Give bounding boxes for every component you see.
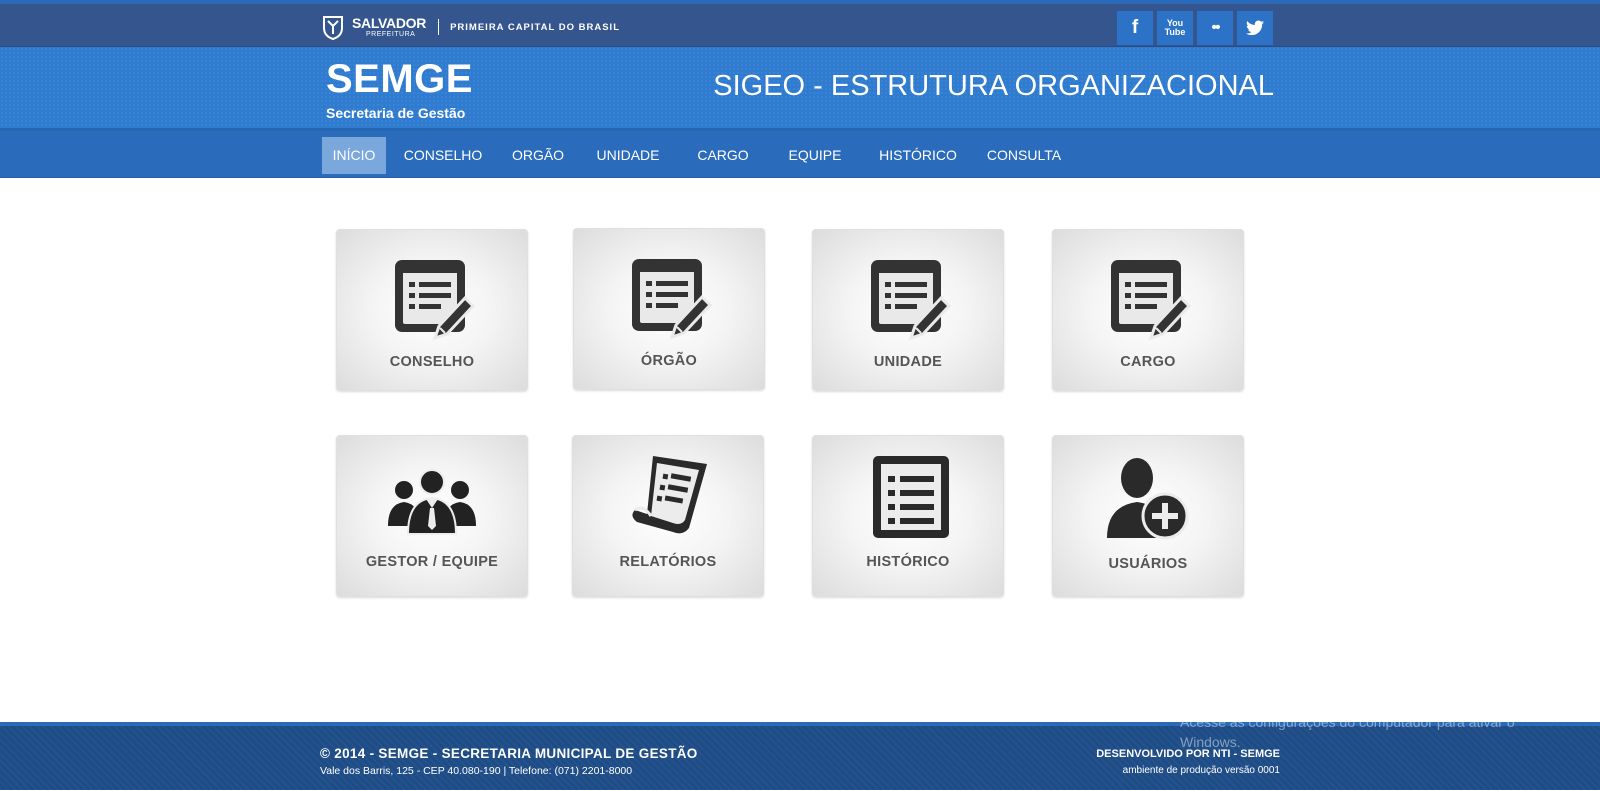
social-links: f You Tube •• <box>1117 11 1273 45</box>
nav-item-conselho[interactable]: CONSELHO <box>398 137 488 174</box>
nav-item-inicio[interactable]: INÍCIO <box>322 137 386 174</box>
top-bar: SALVADOR PREFEITURA PRIMEIRA CAPITAL DO … <box>0 0 1600 47</box>
tile-label: HISTÓRICO <box>866 554 950 570</box>
tile-relatorios[interactable]: RELATÓRIOS <box>572 435 764 597</box>
tile-conselho[interactable]: CONSELHO <box>336 229 528 391</box>
watermark-line-2: Windows. <box>1180 734 1241 750</box>
footer-address: Vale dos Barris, 125 - CEP 40.080-190 | … <box>320 765 633 777</box>
brand-title[interactable]: SEMGE <box>326 59 473 99</box>
tile-label: RELATÓRIOS <box>619 554 717 570</box>
edit-list-icon <box>1111 260 1192 341</box>
main-nav: INÍCIO CONSELHO ORGÃO UNIDADE CARGO EQUI… <box>0 131 1600 178</box>
youtube-icon-bottom: Tube <box>1164 27 1186 37</box>
tagline: PRIMEIRA CAPITAL DO BRASIL <box>450 21 621 33</box>
flickr-button[interactable]: •• <box>1197 11 1233 45</box>
nav-item-cargo[interactable]: CARGO <box>690 137 756 174</box>
edit-list-icon <box>871 260 952 341</box>
team-icon <box>388 469 476 535</box>
salvador-crest-icon <box>323 16 343 40</box>
youtube-button[interactable]: You Tube <box>1157 11 1193 45</box>
tile-gestor-equipe[interactable]: GESTOR / EQUIPE <box>336 435 528 597</box>
tile-label: CONSELHO <box>389 354 475 370</box>
edit-list-icon <box>395 260 476 341</box>
flickr-icon: •• <box>1211 19 1220 36</box>
logo-sub: PREFEITURA <box>366 31 416 38</box>
logo-name: SALVADOR <box>352 15 427 31</box>
twitter-button[interactable] <box>1237 11 1273 45</box>
nav-item-orgao[interactable]: ORGÃO <box>504 137 572 174</box>
nav-item-historico[interactable]: HISTÓRICO <box>872 137 964 174</box>
logo-divider <box>438 19 440 35</box>
tile-label: USUÁRIOS <box>1108 556 1188 572</box>
tile-historico[interactable]: HISTÓRICO <box>812 435 1004 597</box>
watermark-line-1: Acesse as configurações do computador pa… <box>1180 714 1515 730</box>
list-icon <box>873 456 949 538</box>
tile-label: ÓRGÃO <box>640 353 698 369</box>
facebook-button[interactable]: f <box>1117 11 1153 45</box>
tile-cargo[interactable]: CARGO <box>1052 229 1244 391</box>
nav-item-unidade[interactable]: UNIDADE <box>588 137 668 174</box>
report-scroll-icon <box>632 456 707 534</box>
app-title: SIGEO - ESTRUTURA ORGANIZACIONAL <box>713 70 1274 102</box>
nav-item-equipe[interactable]: EQUIPE <box>780 137 850 174</box>
tile-unidade[interactable]: UNIDADE <box>812 229 1004 391</box>
footer-version: ambiente de produção versão 0001 <box>1122 765 1280 776</box>
edit-list-icon <box>632 259 713 340</box>
add-user-icon <box>1107 458 1189 540</box>
tile-label: GESTOR / EQUIPE <box>365 554 499 570</box>
salvador-logo[interactable]: SALVADOR PREFEITURA PRIMEIRA CAPITAL DO … <box>320 13 620 41</box>
brand-subtitle: Secretaria de Gestão <box>326 105 466 121</box>
windows-activation-watermark: Acesse as configurações do computador pa… <box>1180 712 1600 752</box>
tile-label: UNIDADE <box>873 354 943 370</box>
tile-usuarios[interactable]: USUÁRIOS <box>1052 435 1244 597</box>
nav-item-consulta[interactable]: CONSULTA <box>982 137 1066 174</box>
footer-copyright: © 2014 - SEMGE - SECRETARIA MUNICIPAL DE… <box>320 746 698 761</box>
twitter-icon <box>1246 20 1264 36</box>
facebook-icon: f <box>1131 17 1139 38</box>
tile-orgao[interactable]: ÓRGÃO <box>573 228 765 390</box>
tile-label: CARGO <box>1120 354 1176 370</box>
site-header: SEMGE Secretaria de Gestão SIGEO - ESTRU… <box>0 47 1600 131</box>
